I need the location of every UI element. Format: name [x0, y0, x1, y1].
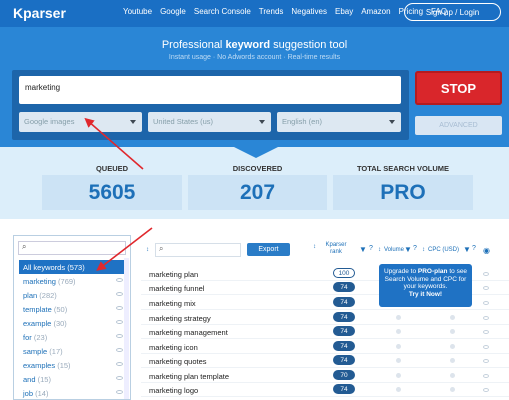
- annotation-arrow-to-source-select: [84, 117, 144, 170]
- annotation-arrow-to-all-keywords: [96, 227, 153, 271]
- annotation-arrows: [84, 117, 153, 271]
